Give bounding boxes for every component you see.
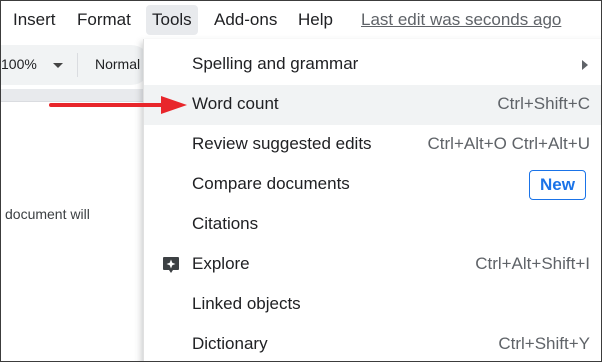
menu-item-linked-objects[interactable]: Linked objects bbox=[144, 285, 601, 325]
last-edit-link[interactable]: Last edit was seconds ago bbox=[361, 5, 561, 35]
menu-tools[interactable]: Tools bbox=[146, 5, 198, 35]
menu-item-dictionary[interactable]: Dictionary Ctrl+Shift+Y bbox=[144, 325, 601, 361]
menu-help[interactable]: Help bbox=[292, 5, 339, 35]
menu-item-shortcut: Ctrl+Alt+O Ctrl+Alt+U bbox=[427, 134, 591, 153]
screenshot-frame: Insert Format Tools Add-ons Help Last ed… bbox=[0, 0, 602, 362]
menu-item-label: Citations bbox=[192, 214, 259, 233]
paragraph-style-select[interactable]: Normal bbox=[95, 56, 140, 72]
menu-bar: Insert Format Tools Add-ons Help Last ed… bbox=[1, 1, 601, 39]
menu-insert[interactable]: Insert bbox=[7, 5, 62, 35]
menu-item-label: Compare documents bbox=[192, 174, 350, 193]
menu-item-shortcut: Ctrl+Shift+C bbox=[497, 94, 590, 113]
menu-item-word-count[interactable]: Word count Ctrl+Shift+C bbox=[144, 85, 601, 125]
menu-item-compare-documents[interactable]: Compare documents New bbox=[144, 165, 601, 205]
menu-item-label: Review suggested edits bbox=[192, 134, 372, 153]
menu-add-ons[interactable]: Add-ons bbox=[208, 5, 283, 35]
menu-item-review-suggested-edits[interactable]: Review suggested edits Ctrl+Alt+O Ctrl+A… bbox=[144, 125, 601, 165]
new-badge: New bbox=[529, 170, 586, 200]
menu-item-citations[interactable]: Citations bbox=[144, 205, 601, 245]
toolbar: 100% Normal bbox=[1, 45, 151, 85]
menu-item-label: Linked objects bbox=[192, 294, 301, 313]
menu-item-explore[interactable]: Explore Ctrl+Alt+Shift+I bbox=[144, 245, 601, 285]
tools-menu: Spelling and grammar Word count Ctrl+Shi… bbox=[143, 39, 601, 361]
document-page[interactable] bbox=[1, 102, 151, 361]
menu-format[interactable]: Format bbox=[71, 5, 137, 35]
chevron-down-icon[interactable] bbox=[53, 63, 63, 68]
menu-item-spelling-grammar[interactable]: Spelling and grammar bbox=[144, 45, 601, 85]
annotation-arrow-icon bbox=[49, 96, 187, 114]
chevron-right-icon bbox=[582, 60, 588, 70]
explore-icon bbox=[163, 257, 179, 273]
zoom-select[interactable]: 100% bbox=[1, 56, 37, 72]
menu-item-label: Spelling and grammar bbox=[192, 54, 359, 73]
menu-item-shortcut: Ctrl+Alt+Shift+I bbox=[475, 254, 590, 273]
toolbar-divider bbox=[77, 53, 78, 77]
menu-item-label: Explore bbox=[192, 254, 250, 273]
menu-item-shortcut: Ctrl+Shift+Y bbox=[498, 334, 590, 353]
document-text: document will bbox=[5, 206, 90, 222]
menu-item-label: Word count bbox=[192, 94, 279, 113]
menu-item-label: Dictionary bbox=[192, 334, 268, 353]
